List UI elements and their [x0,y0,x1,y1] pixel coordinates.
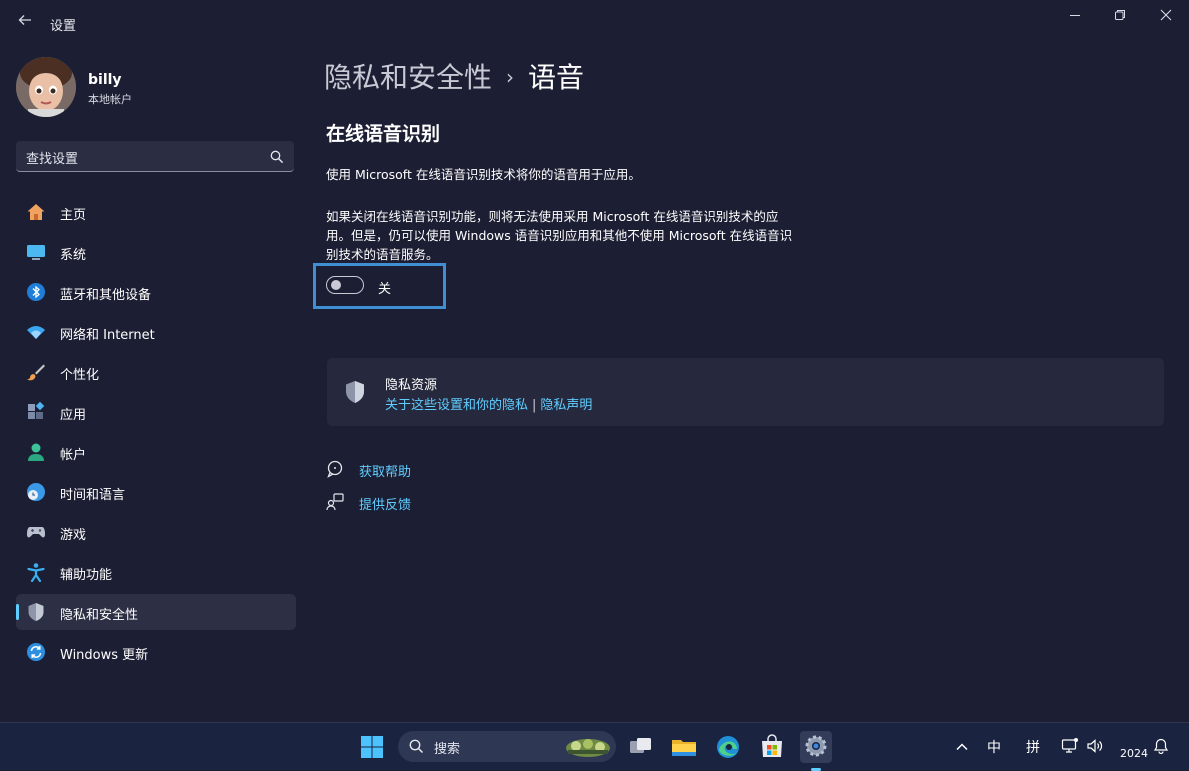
close-button[interactable] [1143,4,1189,30]
toggle-knob [331,280,341,290]
back-arrow-icon[interactable] [14,12,36,34]
breadcrumb: 隐私和安全性 › 语音 [324,56,584,96]
help-chat-icon [326,460,344,478]
sidebar-item-accounts[interactable]: 帐户 [16,434,296,470]
link-separator: | [532,398,537,413]
feedback-icon [326,493,344,511]
settings-app-icon[interactable] [800,731,832,771]
volume-icon[interactable] [1086,737,1104,759]
breadcrumb-separator: › [506,65,515,89]
taskbar: 搜索 中 拼 2024 [0,722,1189,771]
chevron-up-icon[interactable] [955,739,969,758]
update-icon [26,642,46,662]
sidebar-item-label: 个性化 [60,368,100,383]
search-icon [409,739,424,758]
toggle-state-label: 关 [378,282,392,297]
sidebar-item-accessibility[interactable]: 辅助功能 [16,554,296,590]
section-description-detail: 如果关闭在线语音识别功能，则将无法使用采用 Microsoft 在线语音识别技术… [326,209,793,262]
section-title: 在线语音识别 [326,123,441,145]
selected-indicator [16,604,19,620]
sidebar-item-label: 辅助功能 [60,568,113,583]
notification-bell-icon[interactable] [1153,738,1169,758]
minimize-button[interactable] [1052,4,1098,30]
sidebar-item-label: 主页 [60,208,87,223]
privacy-resources-card: 隐私资源 关于这些设置和你的隐私 | 隐私声明 [327,358,1164,426]
gamepad-icon [26,522,46,542]
store-icon[interactable] [756,731,788,763]
user-name: billy [88,72,122,88]
search-input[interactable]: 查找设置 [16,141,294,172]
clock-date[interactable]: 2024 [1120,747,1148,760]
monitor-icon [26,242,46,262]
sidebar-item-label: Windows 更新 [60,648,149,663]
sidebar-item-label: 蓝牙和其他设备 [60,288,152,303]
online-speech-toggle[interactable] [326,276,364,294]
search-placeholder: 查找设置 [26,152,79,167]
sidebar-item-home[interactable]: 主页 [16,194,296,230]
sidebar-item-time-language[interactable]: 时间和语言 [16,474,296,510]
edge-browser-icon[interactable] [712,731,744,763]
title-bar: 设置 [0,0,1189,46]
ime-input-indicator[interactable]: 拼 [1026,737,1040,757]
sidebar-item-bluetooth[interactable]: 蓝牙和其他设备 [16,274,296,310]
sidebar-item-windows-update[interactable]: Windows 更新 [16,634,296,670]
sidebar-item-network[interactable]: 网络和 Internet [16,314,296,350]
app-title: 设置 [50,19,77,34]
start-button[interactable] [356,731,388,763]
sidebar-item-label: 帐户 [60,448,87,463]
wifi-icon [26,322,46,342]
section-description: 使用 Microsoft 在线语音识别技术将你的语音用于应用。 [326,167,641,182]
taskbar-search[interactable]: 搜索 [398,731,616,762]
feedback-link[interactable]: 提供反馈 [359,494,411,513]
file-explorer-icon[interactable] [668,731,700,763]
ime-mode-indicator[interactable]: 中 [987,737,1001,757]
privacy-resources-title: 隐私资源 [385,378,438,393]
sidebar-item-label: 游戏 [60,528,87,543]
page-title: 语音 [528,61,585,94]
shield-icon [344,380,366,404]
sidebar-item-label: 系统 [60,248,87,263]
search-icon[interactable] [270,149,284,164]
globe-clock-icon [26,482,46,502]
person-icon [26,442,46,462]
account-type: 本地帐户 [88,93,132,106]
sidebar-item-label: 应用 [60,408,87,423]
get-help-link[interactable]: 获取帮助 [359,461,411,480]
sidebar-nav: 主页 系统 蓝牙和其他设备 网络和 Internet 个性化 应用 帐户 时间和… [16,194,296,674]
avatar [16,57,76,117]
sidebar-item-personalization[interactable]: 个性化 [16,354,296,390]
sidebar-item-privacy-security[interactable]: 隐私和安全性 [16,594,296,630]
sidebar-item-label: 隐私和安全性 [60,608,139,623]
privacy-settings-link[interactable]: 关于这些设置和你的隐私 [385,398,528,413]
bluetooth-icon [26,282,46,302]
accessibility-icon [26,562,46,583]
restore-button[interactable] [1097,4,1143,30]
brush-icon [26,362,46,382]
apps-icon [26,401,46,422]
sidebar-item-label: 时间和语言 [60,488,126,503]
sidebar-item-apps[interactable]: 应用 [16,394,296,430]
network-icon[interactable] [1061,737,1079,759]
taskbar-search-label: 搜索 [434,742,461,757]
home-icon [26,202,46,222]
task-view-icon[interactable] [625,731,657,763]
sidebar-item-label: 网络和 Internet [60,328,155,343]
sidebar-item-system[interactable]: 系统 [16,234,296,270]
breadcrumb-parent[interactable]: 隐私和安全性 [324,61,492,94]
shield-icon [26,602,46,622]
sidebar-item-gaming[interactable]: 游戏 [16,514,296,550]
search-highlight-icon [564,734,612,764]
privacy-statement-link[interactable]: 隐私声明 [540,398,592,413]
privacy-links: 关于这些设置和你的隐私 | 隐私声明 [385,394,592,413]
